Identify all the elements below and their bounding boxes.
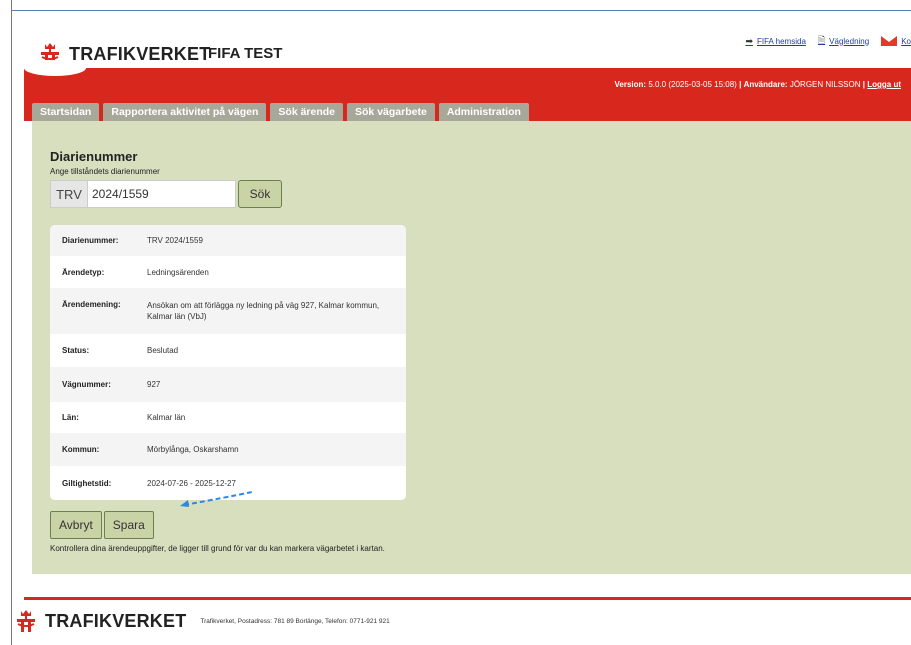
detail-value: Kalmar län — [147, 413, 186, 422]
detail-value: Beslutad — [147, 346, 179, 355]
cancel-button[interactable]: Avbryt — [50, 511, 102, 539]
detail-key: Ärendetyp: — [62, 267, 105, 277]
pointer-arrow-icon — [180, 491, 253, 507]
detail-row: Ärendemening: Ansökan om att förlägga ny… — [50, 288, 406, 334]
detail-row: Diarienummer: TRV 2024/1559 — [50, 225, 406, 256]
case-form: Diarienummer Ange tillståndets diarienum… — [50, 149, 406, 553]
detail-key: Kommun: — [62, 445, 100, 454]
search-prefix: TRV — [50, 180, 87, 208]
guidance-link[interactable]: 🗎 Vägledning — [818, 33, 869, 49]
search-label: Ange tillståndets diarienummer — [50, 167, 160, 176]
detail-key: Giltighetstid: — [62, 478, 112, 488]
search-row: TRV 2024/1559 Sök — [50, 180, 282, 208]
arrow-right-icon: ➡ — [745, 35, 753, 46]
header-curve — [24, 60, 86, 76]
detail-value: Ansökan om att förlägga ny ledning på vä… — [147, 301, 380, 321]
detail-key: Diarienummer: — [62, 236, 119, 245]
document-icon: 🗎 — [817, 35, 826, 45]
version-info: Version: 5.0.0 (2025-03-05 15:08) | Anvä… — [615, 80, 901, 89]
contact-label: Ko — [901, 36, 911, 46]
app-window: TRAFIKVERKET FIFA TEST ➡ FIFA hemsida 🗎 … — [0, 0, 911, 645]
case-details-card: Diarienummer: TRV 2024/1559 Ärendetyp: L… — [50, 225, 406, 500]
detail-value: TRV 2024/1559 — [147, 236, 203, 245]
contact-link[interactable]: Ko — [881, 36, 911, 46]
footer: TRAFIKVERKET Trafikverket, Postadress: 7… — [15, 608, 390, 634]
version-label: Version: — [614, 80, 647, 89]
logout-link[interactable]: Logga ut — [867, 80, 901, 89]
main-panel: Diarienummer Ange tillståndets diarienum… — [32, 121, 911, 574]
detail-value: Mörbylånga, Oskarshamn — [147, 445, 239, 454]
separator-1: | — [739, 80, 742, 89]
tab-administration[interactable]: Administration — [438, 103, 529, 121]
detail-key: Status: — [62, 346, 90, 355]
detail-key: Län: — [62, 413, 79, 422]
main-tabs: Startsidan Rapportera aktivitet på vägen… — [32, 103, 533, 121]
tab-sok-vagarbete[interactable]: Sök vägarbete — [347, 103, 435, 121]
detail-row: Län: Kalmar län — [50, 402, 406, 433]
app-title: FIFA TEST — [208, 45, 283, 62]
fifa-homepage-label: FIFA hemsida — [756, 36, 806, 46]
header: TRAFIKVERKET FIFA TEST ➡ FIFA hemsida 🗎 … — [24, 11, 911, 68]
section-heading: Diarienummer — [50, 149, 138, 164]
user-value: JÖRGEN NILSSON — [789, 80, 861, 89]
tab-rapportera[interactable]: Rapportera aktivitet på vägen — [103, 103, 267, 121]
mail-icon — [881, 36, 898, 46]
window-border-left — [11, 0, 12, 645]
top-links: ➡ FIFA hemsida 🗎 Vägledning Ko — [745, 33, 911, 49]
footer-contact-info: Trafikverket, Postadress: 781 89 Borläng… — [200, 617, 390, 625]
save-button[interactable]: Spara — [103, 511, 154, 539]
guidance-label: Vägledning — [829, 36, 870, 46]
version-value: 5.0.0 (2025-03-05 15:08) — [648, 80, 737, 89]
user-label: Användare: — [743, 80, 788, 89]
detail-key: Vägnummer: — [62, 380, 111, 389]
detail-value: Ledningsärenden — [147, 267, 209, 277]
search-button[interactable]: Sök — [238, 180, 282, 208]
detail-value: 927 — [147, 380, 161, 389]
detail-key: Ärendemening: — [62, 300, 121, 309]
detail-row: Ärendetyp: Ledningsärenden — [50, 256, 406, 288]
footer-crown-logo-icon — [17, 610, 35, 632]
hint-text: Kontrollera dina ärendeuppgifter, de lig… — [50, 544, 385, 553]
footer-brand-name: TRAFIKVERKET — [45, 610, 187, 631]
tab-startsidan[interactable]: Startsidan — [32, 103, 100, 121]
footer-divider — [24, 597, 911, 600]
detail-row: Status: Beslutad — [50, 334, 406, 367]
form-actions: Avbryt Spara — [50, 511, 156, 539]
detail-row: Kommun: Mörbylånga, Oskarshamn — [50, 433, 406, 466]
diarienummer-input[interactable]: 2024/1559 — [87, 180, 236, 208]
detail-row: Vägnummer: 927 — [50, 367, 406, 402]
tab-sok-arende[interactable]: Sök ärende — [270, 103, 344, 121]
brand-name: TRAFIKVERKET — [69, 43, 211, 64]
fifa-homepage-link[interactable]: ➡ FIFA hemsida — [745, 36, 805, 47]
separator-2: | — [862, 80, 865, 89]
